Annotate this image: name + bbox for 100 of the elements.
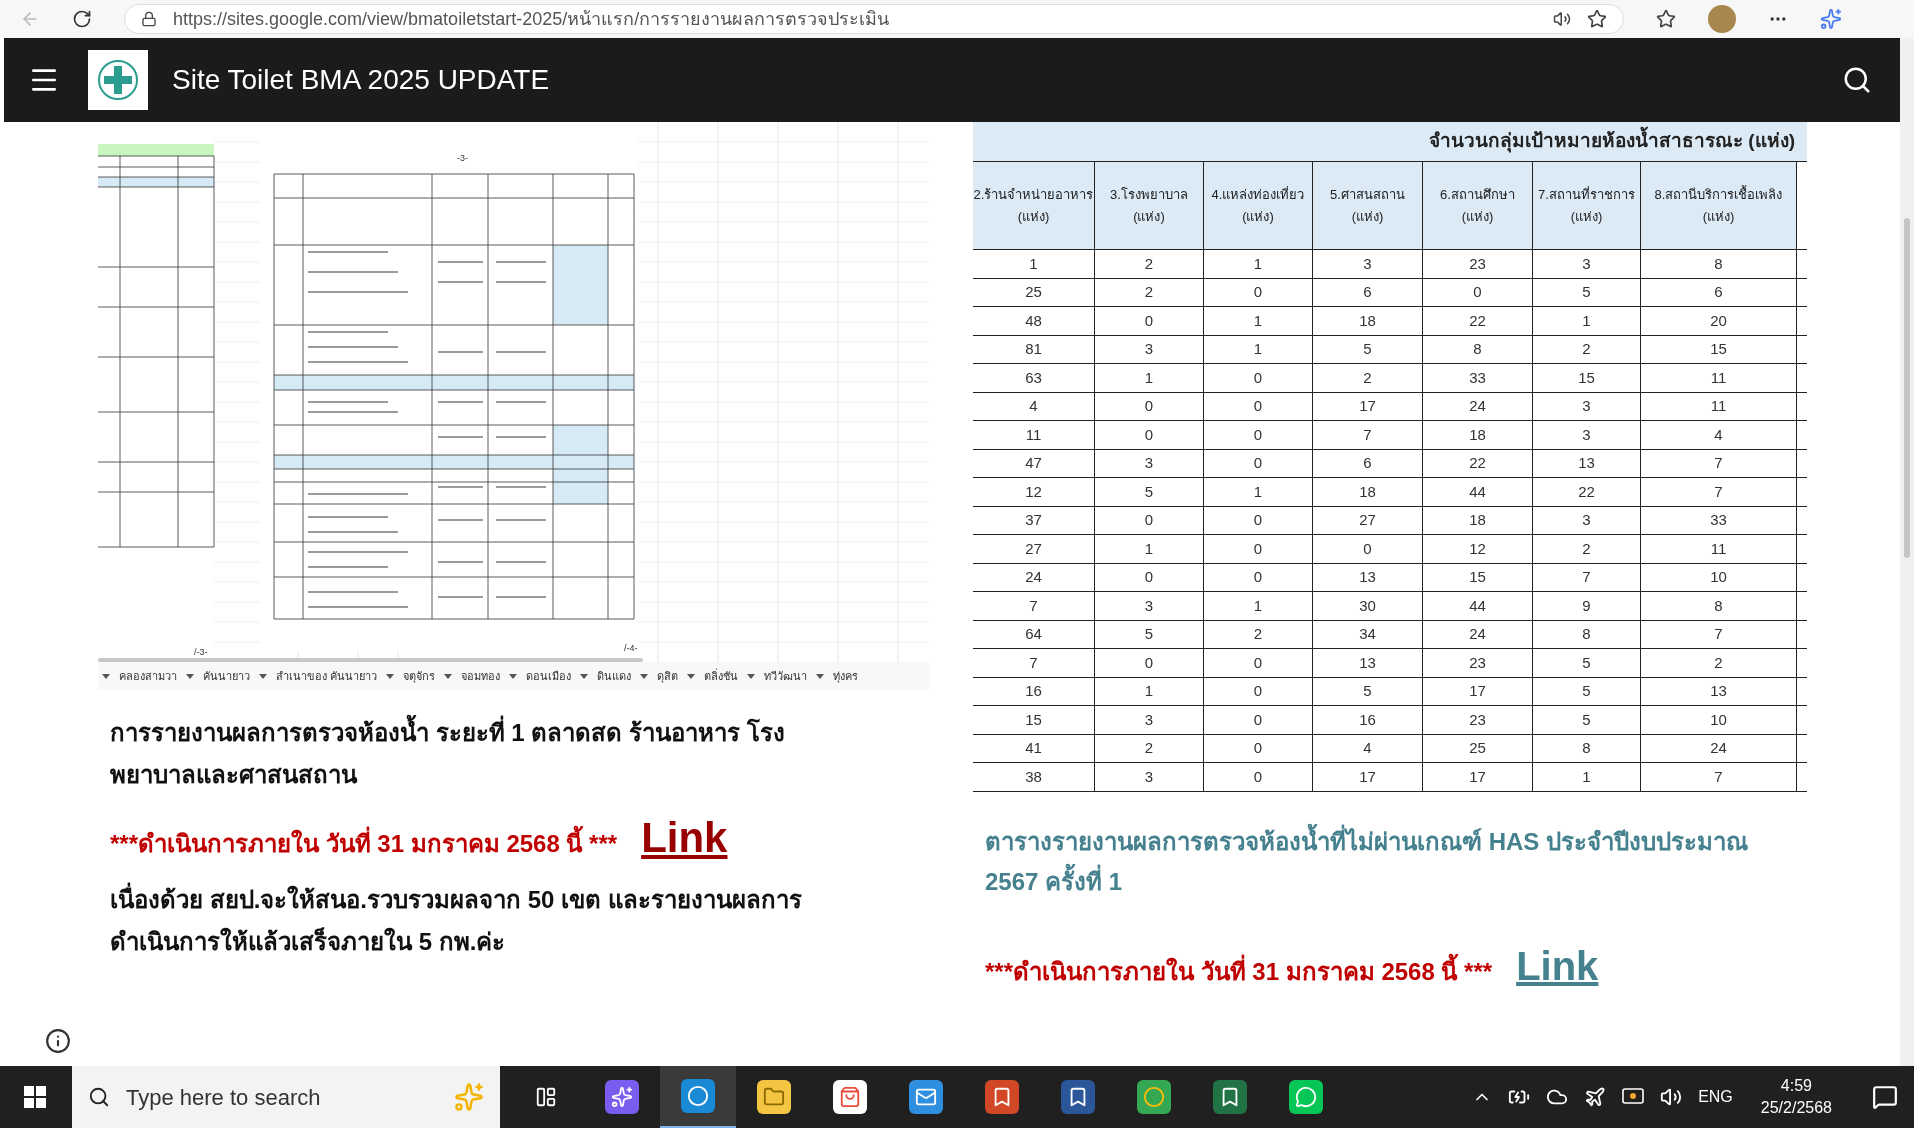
airplane-icon[interactable] (1584, 1086, 1607, 1108)
table-cell: 13 (1533, 449, 1641, 477)
table-cell: 5 (1533, 677, 1641, 705)
table-cell: 0 (1095, 421, 1204, 449)
store-bag-icon (833, 1080, 867, 1114)
search-icon (88, 1086, 110, 1108)
table-cell: 12 (1423, 535, 1533, 563)
table-cell: 17 (1423, 763, 1533, 791)
start-icon[interactable] (24, 1086, 46, 1108)
column-header: 3.โรงพยาบาล (แห่ง) (1095, 162, 1204, 249)
profile-avatar[interactable] (1708, 5, 1736, 33)
deadline-notice: ***ดำเนินการภายใน วันที่ 31 มกราคม 2568 นี้ *** (985, 954, 1493, 990)
link[interactable]: Link (641, 806, 728, 869)
table-cell: 5 (1313, 677, 1423, 705)
table-cell: 22 (1533, 478, 1641, 506)
section-heading: ตารางรายงานผลการตรวจห้องน้ำที่ไม่ผ่านเกณฑ์ HAS ประจำปีงบประมาณ 2567 ครั้งที่ 1 (985, 822, 1807, 902)
table-cell: 4 (973, 392, 1095, 420)
device-icon[interactable] (1622, 1087, 1645, 1107)
column-header: 2.ร้านจำหน่ายอาหาร (แห่ง) (973, 162, 1095, 249)
address-bar[interactable]: https://sites.google.com/view/bmatoiletstart-2025/หน้าแรก/การรายงานผลการตรวจประเมิน (124, 4, 1624, 34)
table-cell: 5 (1533, 278, 1641, 306)
caret-icon (186, 673, 194, 679)
table-cell: 7 (1641, 620, 1797, 648)
table-cell: 3 (1095, 706, 1204, 734)
scrollbar[interactable] (1900, 38, 1914, 1066)
table-cell: 15 (1423, 563, 1533, 591)
sheet-tab[interactable]: ดินแดง (597, 667, 632, 685)
table-cell: 1 (1095, 677, 1204, 705)
sheet-tab[interactable]: ดอนเมือง (526, 667, 572, 685)
table-cell: 3 (1095, 763, 1204, 791)
table-cell: 0 (1204, 649, 1313, 677)
speaker-icon[interactable] (1660, 1086, 1683, 1108)
table-cell: 10 (1641, 563, 1797, 591)
deadline-notice: ***ดำเนินการภายใน วันที่ 31 มกราคม 2568 นี้ *** (110, 826, 618, 862)
page-number: /-4- (624, 642, 638, 655)
table-cell: 0 (1204, 449, 1313, 477)
table-cell: 5 (1533, 649, 1641, 677)
taskbar-search-field[interactable]: Type here to search (72, 1066, 500, 1128)
search-icon[interactable] (1842, 65, 1872, 95)
column-header: 8.สถานีบริการเชื้อเพลิง (แห่ง) (1641, 162, 1797, 249)
caret-icon (444, 673, 453, 679)
table-cell: 24 (1423, 620, 1533, 648)
sheet-tab[interactable]: ทวีวัฒนา (764, 667, 808, 685)
table-cell: 3 (1533, 421, 1641, 449)
table-cell: 8 (1641, 250, 1797, 278)
info-icon[interactable] (45, 1028, 71, 1054)
table-cell: 23 (1423, 649, 1533, 677)
mail-icon (909, 1080, 943, 1114)
table-cell: 1 (1204, 335, 1313, 363)
caret-icon (747, 673, 756, 679)
clock-time: 4:59 (1780, 1076, 1812, 1096)
sheet-tab[interactable]: คลองสามวา (119, 667, 177, 685)
page-number: /-3- (194, 646, 208, 659)
sheet-tab[interactable]: ดุสิต (657, 667, 679, 685)
reload-icon[interactable] (72, 9, 92, 29)
table-cell: 5 (1095, 478, 1204, 506)
link[interactable]: Link (1516, 936, 1599, 996)
table-cell: 18 (1313, 478, 1423, 506)
table-cell: 81 (973, 335, 1095, 363)
taskbar-app[interactable] (660, 1066, 736, 1128)
sheet-tab[interactable]: ทุ่งคร (833, 667, 859, 685)
table-cell: 7 (1533, 563, 1641, 591)
sheet-tab[interactable]: จตุจักร (403, 667, 436, 685)
table-cell: 63 (973, 364, 1095, 392)
table-cell: 27 (973, 535, 1095, 563)
sparkle-icon (454, 1082, 484, 1112)
table-cell: 0 (1204, 734, 1313, 762)
assistant-icon[interactable] (1820, 8, 1842, 30)
table-cell: 2 (1095, 250, 1204, 278)
caret-icon (816, 673, 825, 679)
sheet-tab[interactable]: ตลิ่งชัน (704, 667, 739, 685)
notification-icon[interactable] (1872, 1084, 1898, 1110)
language-indicator[interactable]: ENG (1698, 1085, 1733, 1109)
favorites-icon[interactable] (1656, 9, 1676, 29)
table-cell: 47 (973, 449, 1095, 477)
sheet-tab[interactable]: จอมทอง (461, 667, 501, 685)
table-cell: 30 (1313, 592, 1423, 620)
table-cell: 5 (1095, 620, 1204, 648)
table-cell: 0 (1204, 563, 1313, 591)
table-cell: 25 (973, 278, 1095, 306)
read-aloud-icon[interactable] (1553, 10, 1571, 28)
sheet-tab[interactable]: คันนายาว (203, 667, 250, 685)
table-cell: 34 (1313, 620, 1423, 648)
table-cell: 37 (973, 506, 1095, 534)
table-cell: 1 (1095, 364, 1204, 392)
site-logo (88, 50, 148, 110)
table-cell: 0 (1204, 392, 1313, 420)
table-cell: 27 (1313, 506, 1423, 534)
folder-icon (757, 1080, 791, 1114)
table-cell: 11 (1641, 392, 1797, 420)
table-cell: 23 (1423, 706, 1533, 734)
table-cell: 0 (1095, 506, 1204, 534)
table-cell: 0 (1204, 278, 1313, 306)
table-cell: 1 (1533, 307, 1641, 335)
table-cell: 22 (1423, 307, 1533, 335)
favorite-star-icon[interactable] (1587, 9, 1607, 29)
sheet-tab[interactable]: สำเนาของ คันนายาว (276, 667, 378, 685)
table-cell: 20 (1641, 307, 1797, 335)
table-cell: 0 (1095, 392, 1204, 420)
table-cell: 17 (1313, 763, 1423, 791)
